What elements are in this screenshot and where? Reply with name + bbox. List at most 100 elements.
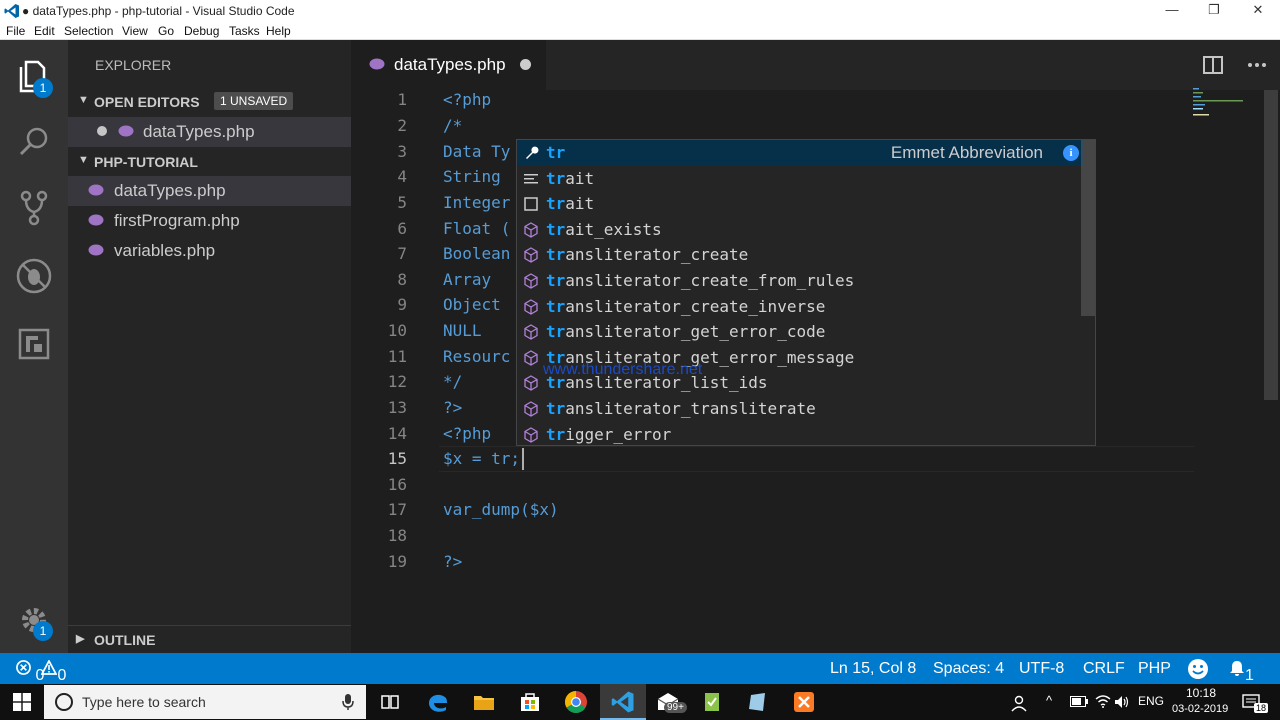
clock-time[interactable]: 10:18 xyxy=(1186,686,1216,700)
line-text: /* xyxy=(443,116,463,135)
info-icon[interactable]: i xyxy=(1063,145,1079,161)
menu-view[interactable]: View xyxy=(122,24,148,38)
suggest-item[interactable]: transliterator_get_error_code xyxy=(517,319,1083,345)
vscode-taskbar-button[interactable] xyxy=(600,684,646,720)
chevron-up-icon[interactable]: ^ xyxy=(1046,693,1052,708)
maximize-button[interactable]: ❐ xyxy=(1192,0,1236,22)
suggest-scrollbar[interactable] xyxy=(1081,140,1095,316)
suggest-widget[interactable]: tr Emmet Abbreviation i trait trait trai… xyxy=(516,139,1096,446)
suggest-item[interactable]: transliterator_create_from_rules xyxy=(517,268,1083,294)
line-text: Resourc xyxy=(443,347,511,366)
microphone-icon[interactable] xyxy=(342,694,354,711)
suggest-item[interactable]: trigger_error xyxy=(517,422,1083,448)
debug-activity[interactable] xyxy=(12,254,56,298)
line-ending[interactable]: CRLF xyxy=(1083,660,1125,678)
vertical-scrollbar[interactable] xyxy=(1264,90,1278,400)
explorer-activity[interactable]: 1 xyxy=(12,54,56,98)
menu-selection[interactable]: Selection xyxy=(64,24,113,38)
tab-datatypes[interactable]: dataTypes.php xyxy=(351,40,546,90)
battery-icon[interactable] xyxy=(1070,696,1088,707)
menu-debug[interactable]: Debug xyxy=(184,24,219,38)
outline-label: OUTLINE xyxy=(94,632,156,648)
file-label: dataTypes.php xyxy=(114,181,226,200)
sidebar-title: EXPLORER xyxy=(95,57,172,73)
suggest-match: tr xyxy=(546,399,566,418)
more-actions-icon[interactable] xyxy=(1247,62,1267,68)
debug-icon xyxy=(16,258,52,294)
line-number: 19 xyxy=(387,552,407,571)
title-bar: ● dataTypes.php - php-tutorial - Visual … xyxy=(0,0,1280,22)
suggest-item[interactable]: trait_exists xyxy=(517,217,1083,243)
open-editors-section[interactable]: ▼ OPEN EDITORS 1 UNSAVED xyxy=(68,88,351,116)
suggest-item[interactable]: transliterator_create xyxy=(517,242,1083,268)
method-icon xyxy=(524,350,538,366)
extensions-activity[interactable] xyxy=(12,322,56,366)
error-icon xyxy=(16,660,31,675)
store-icon[interactable] xyxy=(518,690,542,714)
unsaved-badge: 1 UNSAVED xyxy=(214,92,294,110)
suggest-item[interactable]: transliterator_create_inverse xyxy=(517,294,1083,320)
suggest-item[interactable]: trait xyxy=(517,191,1083,217)
suggest-match: tr xyxy=(546,271,566,290)
file-item[interactable]: variables.php xyxy=(68,236,351,266)
vscode-logo-icon xyxy=(4,4,19,18)
error-status[interactable]: 0 0 xyxy=(16,659,66,684)
file-label: variables.php xyxy=(114,241,216,260)
tab-label: dataTypes.php xyxy=(394,55,506,74)
feedback-smiley-icon[interactable] xyxy=(1187,658,1209,680)
snippet-icon xyxy=(524,173,538,184)
minimap[interactable] xyxy=(1193,86,1263,126)
project-section[interactable]: ▼ PHP-TUTORIAL xyxy=(68,148,351,176)
bell-icon xyxy=(1230,661,1244,676)
menu-edit[interactable]: Edit xyxy=(34,24,55,38)
split-editor-icon[interactable] xyxy=(1203,56,1223,74)
volume-icon[interactable] xyxy=(1114,694,1130,710)
wifi-icon[interactable] xyxy=(1095,694,1111,708)
unsaved-dot-icon[interactable] xyxy=(520,59,531,70)
line-number: 17 xyxy=(387,500,407,519)
line-number: 10 xyxy=(387,321,407,340)
windows-start-icon[interactable] xyxy=(13,693,31,711)
outline-section[interactable]: ▶ OUTLINE xyxy=(68,625,351,653)
suggest-item[interactable]: transliterator_transliterate xyxy=(517,396,1083,422)
suggest-match: tr xyxy=(546,424,566,444)
menu-go[interactable]: Go xyxy=(158,24,174,38)
line-number: 3 xyxy=(397,142,407,161)
menu-help[interactable]: Help xyxy=(266,24,291,38)
status-bar: 0 0 Ln 15, Col 8 Spaces: 4 UTF-8 CRLF PH… xyxy=(0,653,1280,684)
php-file-icon xyxy=(88,184,104,196)
people-icon[interactable] xyxy=(1010,694,1028,712)
cortana-circle-icon xyxy=(55,693,73,711)
notes-icon[interactable] xyxy=(746,690,770,714)
line-text: <?php xyxy=(443,90,492,109)
menu-tasks[interactable]: Tasks xyxy=(229,24,260,38)
task-view-icon[interactable] xyxy=(378,690,402,714)
open-editor-item[interactable]: dataTypes.php xyxy=(68,117,351,147)
settings-activity[interactable]: 1 xyxy=(12,598,56,642)
source-control-activity[interactable] xyxy=(12,186,56,230)
clock-date[interactable]: 03-02-2019 xyxy=(1172,703,1228,715)
suggest-rest: ansliterator_get_error_code xyxy=(565,322,826,342)
input-language[interactable]: ENG xyxy=(1138,694,1164,708)
language-mode[interactable]: PHP xyxy=(1138,660,1171,678)
file-item[interactable]: firstProgram.php xyxy=(68,206,351,236)
cursor-position[interactable]: Ln 15, Col 8 xyxy=(830,660,916,678)
taskbar-search[interactable]: Type here to search xyxy=(44,685,366,719)
menu-file[interactable]: File xyxy=(6,24,25,38)
notifications[interactable]: 1 xyxy=(1229,660,1254,684)
encoding[interactable]: UTF-8 xyxy=(1019,660,1064,678)
suggest-item[interactable]: trait xyxy=(517,166,1083,192)
xampp-icon[interactable] xyxy=(792,690,816,714)
file-explorer-icon[interactable] xyxy=(472,690,496,714)
notepad-icon[interactable] xyxy=(700,690,724,714)
edge-browser-icon[interactable] xyxy=(426,690,450,714)
file-item[interactable]: dataTypes.php xyxy=(68,176,351,206)
line-number: 14 xyxy=(387,424,407,443)
chrome-icon[interactable] xyxy=(564,690,588,714)
close-button[interactable]: ✕ xyxy=(1236,0,1280,22)
suggest-item[interactable]: tr Emmet Abbreviation i xyxy=(517,140,1083,166)
search-activity[interactable] xyxy=(12,120,56,164)
method-icon xyxy=(524,273,538,289)
minimize-button[interactable]: — xyxy=(1150,0,1194,22)
indentation[interactable]: Spaces: 4 xyxy=(933,660,1004,678)
